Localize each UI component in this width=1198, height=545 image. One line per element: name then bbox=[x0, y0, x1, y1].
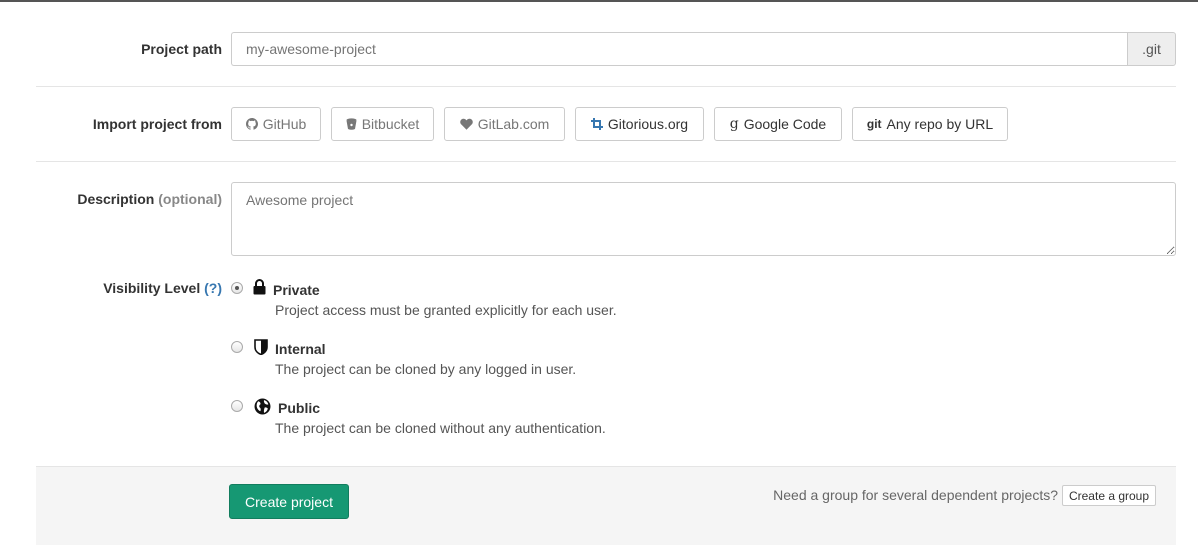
visibility-label: Visibility Level (?) bbox=[103, 280, 222, 296]
visibility-internal-description: The project can be cloned by any logged … bbox=[275, 361, 577, 377]
import-gitorious-button[interactable]: Gitorious.org bbox=[575, 107, 704, 141]
form-actions bbox=[36, 466, 1176, 545]
create-group-button[interactable]: Create a group bbox=[1062, 485, 1156, 506]
shield-icon bbox=[254, 339, 268, 358]
lock-icon bbox=[253, 279, 266, 298]
visibility-public-description: The project can be cloned without any au… bbox=[275, 420, 606, 436]
import-github-button[interactable]: GitHub bbox=[231, 107, 321, 141]
visibility-public-title: Public bbox=[278, 400, 321, 416]
description-label: Description (optional) bbox=[77, 191, 222, 207]
globe-icon bbox=[254, 398, 271, 418]
project-path-label: Project path bbox=[141, 41, 222, 57]
import-gitlab-label: GitLab.com bbox=[477, 116, 550, 132]
visibility-private-description: Project access must be granted explicitl… bbox=[275, 302, 617, 318]
project-path-input[interactable] bbox=[231, 32, 1128, 66]
bitbucket-icon bbox=[346, 118, 357, 130]
group-hint-text: Need a group for several dependent proje… bbox=[773, 487, 1058, 503]
visibility-help-link[interactable]: (?) bbox=[204, 280, 222, 296]
divider bbox=[36, 161, 1176, 162]
visibility-private-title: Private bbox=[273, 282, 320, 298]
git-suffix-addon: .git bbox=[1127, 32, 1176, 66]
import-google-code-button[interactable]: g Google Code bbox=[714, 107, 842, 141]
import-github-label: GitHub bbox=[262, 116, 307, 132]
import-label: Import project from bbox=[92, 116, 222, 132]
visibility-private-radio[interactable] bbox=[231, 282, 243, 294]
visibility-label-text: Visibility Level bbox=[103, 280, 201, 296]
import-bitbucket-label: Bitbucket bbox=[361, 116, 420, 132]
description-label-text: Description bbox=[77, 191, 155, 207]
git-icon: git bbox=[866, 117, 882, 131]
divider bbox=[36, 86, 1176, 87]
crop-icon bbox=[590, 118, 603, 130]
import-gitorious-label: Gitorious.org bbox=[607, 116, 689, 132]
visibility-public-radio[interactable] bbox=[231, 400, 243, 412]
import-gitlab-button[interactable]: GitLab.com bbox=[444, 107, 565, 141]
import-google-code-label: Google Code bbox=[743, 116, 827, 132]
import-any-repo-button[interactable]: git Any repo by URL bbox=[852, 107, 1008, 141]
google-icon: g bbox=[729, 116, 739, 132]
top-border bbox=[0, 0, 1198, 2]
visibility-internal-radio[interactable] bbox=[231, 341, 243, 353]
create-project-button[interactable]: Create project bbox=[229, 484, 349, 519]
description-textarea[interactable] bbox=[231, 182, 1176, 256]
visibility-internal-title: Internal bbox=[275, 341, 326, 357]
import-bitbucket-button[interactable]: Bitbucket bbox=[331, 107, 434, 141]
optional-hint: (optional) bbox=[158, 191, 222, 207]
heart-icon bbox=[459, 118, 473, 130]
import-any-repo-label: Any repo by URL bbox=[886, 116, 994, 132]
github-icon bbox=[245, 118, 258, 130]
